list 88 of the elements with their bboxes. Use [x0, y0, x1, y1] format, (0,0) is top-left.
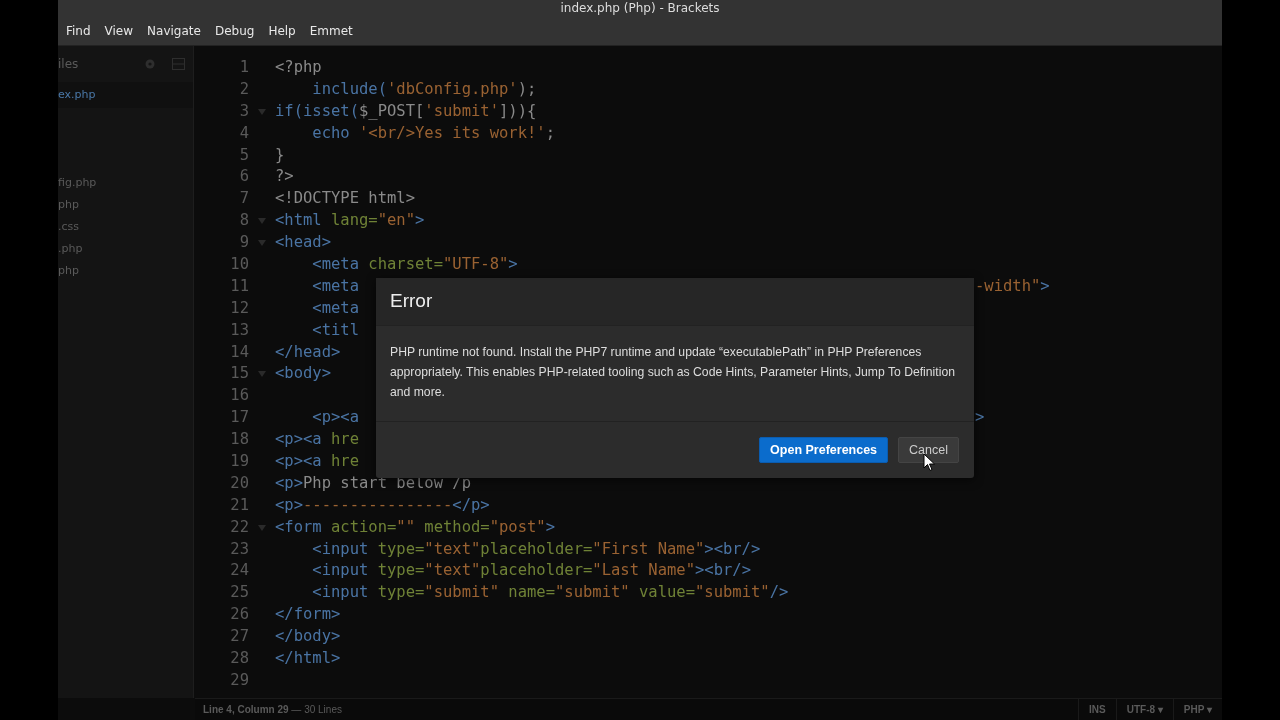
menu-item[interactable]: Find — [66, 22, 91, 40]
code-line: include('dbConfig.php'); — [311, 78, 537, 100]
line-number: 23 — [229, 538, 249, 560]
code-line: <p>----------------</p> — [275, 494, 490, 516]
code-fragment: > — [975, 407, 985, 429]
menu-item[interactable]: Debug — [214, 22, 255, 40]
gear-icon[interactable] — [144, 58, 156, 70]
file-item[interactable]: ex.php — [58, 82, 193, 108]
line-number: 10 — [229, 254, 249, 275]
file-item[interactable]: .php — [58, 238, 193, 260]
window-title: index.php (Php) - Brackets — [58, 0, 1222, 17]
line-number: 27 — [229, 626, 249, 648]
line-number: 26 — [229, 604, 249, 626]
code-line: echo '<br/>Yes its work!'; — [311, 122, 555, 144]
line-number: 16 — [229, 385, 249, 407]
line-number: 11 — [229, 275, 249, 297]
menu-item[interactable]: View — [104, 22, 134, 40]
code-line: if(isset($_POST['submit'])){ — [275, 100, 537, 122]
code-line: <!DOCTYPE html> — [275, 188, 415, 210]
code-line: </body> — [275, 626, 341, 648]
fold-arrow-icon[interactable] — [258, 524, 266, 531]
menu-item[interactable]: Navigate — [147, 22, 201, 40]
line-number: 7 — [238, 188, 249, 210]
split-icon[interactable] — [172, 58, 185, 70]
file-item[interactable]: fig.php — [58, 172, 193, 194]
line-number: 3 — [238, 100, 249, 122]
line-number: 13 — [229, 319, 249, 341]
code-line: </html> — [275, 648, 341, 670]
code-line: <meta — [311, 297, 359, 319]
code-line: <p><a hre — [275, 451, 359, 473]
file-item[interactable]: php — [58, 260, 193, 282]
line-number: 28 — [229, 648, 249, 670]
cursor-position: Line 4, Column 29 — [203, 704, 289, 715]
code-line: <meta — [311, 275, 359, 297]
line-number: 20 — [229, 472, 249, 494]
code-line: <p><a hre — [275, 429, 359, 451]
code-line: <input type="text"placeholder="Last Name"><br/> — [311, 560, 751, 582]
line-number: 6 — [238, 166, 249, 188]
line-number: 29 — [229, 669, 249, 691]
sidebar-title: iles — [58, 56, 79, 73]
encoding-selector[interactable]: UTF-8 ▾ — [1115, 699, 1173, 720]
menu-item[interactable]: Emmet — [309, 22, 353, 40]
cursor-icon — [923, 453, 936, 472]
code-line: <titl — [311, 319, 359, 341]
menu-item[interactable]: Help — [268, 22, 296, 40]
line-number: 21 — [229, 494, 249, 516]
code-line: <?php — [275, 57, 322, 78]
line-number: 4 — [238, 122, 249, 144]
line-number: 17 — [229, 407, 249, 429]
code-line: <input type="submit" name="submit" value="submit"/> — [311, 582, 789, 604]
line-number: 18 — [229, 429, 249, 451]
line-number: 1 — [238, 57, 249, 78]
language-selector[interactable]: PHP ▾ — [1172, 699, 1222, 720]
file-item[interactable]: php — [58, 194, 193, 216]
code-line: </form> — [275, 604, 341, 626]
code-line: <html lang="en"> — [275, 210, 425, 232]
code-line: </head> — [275, 341, 341, 363]
line-number: 9 — [238, 232, 249, 254]
open-preferences-button[interactable]: Open Preferences — [759, 436, 889, 464]
code-line: <p><a — [311, 407, 359, 429]
line-number: 24 — [229, 560, 249, 582]
fold-arrow-icon[interactable] — [258, 240, 266, 247]
line-number: 19 — [229, 451, 249, 473]
dialog-title: Error — [390, 289, 433, 314]
code-line: ?> — [275, 166, 294, 188]
line-number: 2 — [238, 78, 249, 100]
code-line: <input type="text"placeholder="First Name"><br/> — [311, 538, 761, 560]
line-number: 8 — [238, 210, 249, 232]
line-number: 22 — [229, 516, 249, 538]
code-fragment: -width"> — [975, 275, 1050, 297]
code-line: <form action="" method="post"> — [275, 516, 555, 538]
line-count: — 30 Lines — [291, 704, 342, 715]
file-item[interactable]: .css — [58, 216, 193, 238]
code-line: <meta charset="UTF-8"> — [311, 254, 518, 275]
code-line: <body> — [275, 363, 331, 385]
line-number: 25 — [229, 582, 249, 604]
line-number: 14 — [229, 341, 249, 363]
dialog-message: PHP runtime not found. Install the PHP7 runtime and update “executablePath” in PHP Preferences appropriately. This enables PHP-related tooling such as Code Hints, Parameter Hints, Jump To Definition and more. — [390, 344, 956, 401]
cancel-button[interactable]: Cancel — [898, 436, 959, 464]
fold-arrow-icon[interactable] — [258, 371, 266, 378]
fold-arrow-icon[interactable] — [258, 218, 266, 225]
line-number: 5 — [238, 144, 249, 166]
line-number: 15 — [229, 363, 249, 385]
line-number: 12 — [229, 297, 249, 319]
code-line: <head> — [275, 232, 331, 254]
insert-mode[interactable]: INS — [1078, 699, 1116, 720]
code-line: } — [275, 144, 285, 166]
fold-arrow-icon[interactable] — [258, 108, 266, 115]
